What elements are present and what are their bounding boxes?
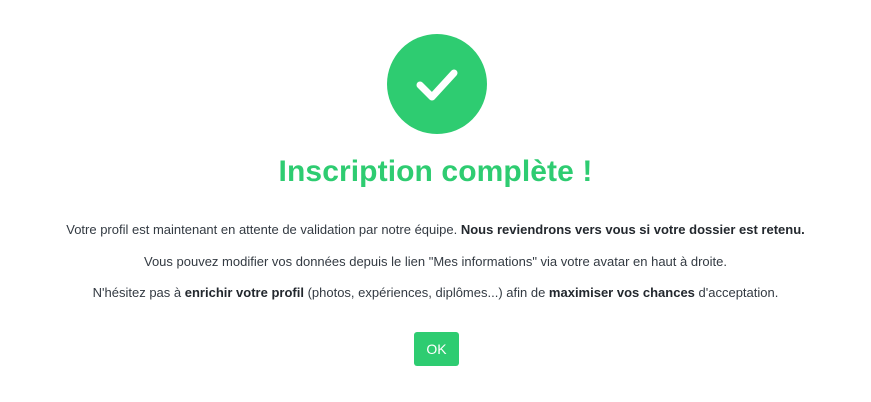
message-emphasis: enrichir votre profil	[184, 285, 304, 300]
message-text: Votre profil est maintenant en attente d…	[66, 222, 461, 237]
message-text: (photos, expériences, diplômes...) afin …	[303, 285, 549, 300]
message-emphasis: maximiser vos chances	[548, 285, 695, 300]
check-circle-icon	[387, 34, 487, 134]
message-emphasis: Nous reviendrons vers vous si votre doss…	[460, 222, 805, 237]
message-text: Vous pouvez modifier vos données depuis …	[143, 254, 727, 269]
message-text: d'acceptation.	[694, 285, 779, 300]
edit-info-message: Vous pouvez modifier vos données depuis …	[0, 253, 871, 271]
dialog-title: Inscription complète !	[278, 155, 593, 188]
enrich-profile-message: N'hésitez pas à enrichir votre profil (p…	[0, 284, 871, 302]
checkmark-icon	[416, 69, 458, 101]
validation-pending-message: Votre profil est maintenant en attente d…	[0, 221, 871, 239]
ok-button[interactable]: OK	[414, 332, 459, 366]
registration-complete-dialog: Inscription complète ! Votre profil est …	[0, 0, 871, 402]
message-text: N'hésitez pas à	[92, 285, 185, 300]
